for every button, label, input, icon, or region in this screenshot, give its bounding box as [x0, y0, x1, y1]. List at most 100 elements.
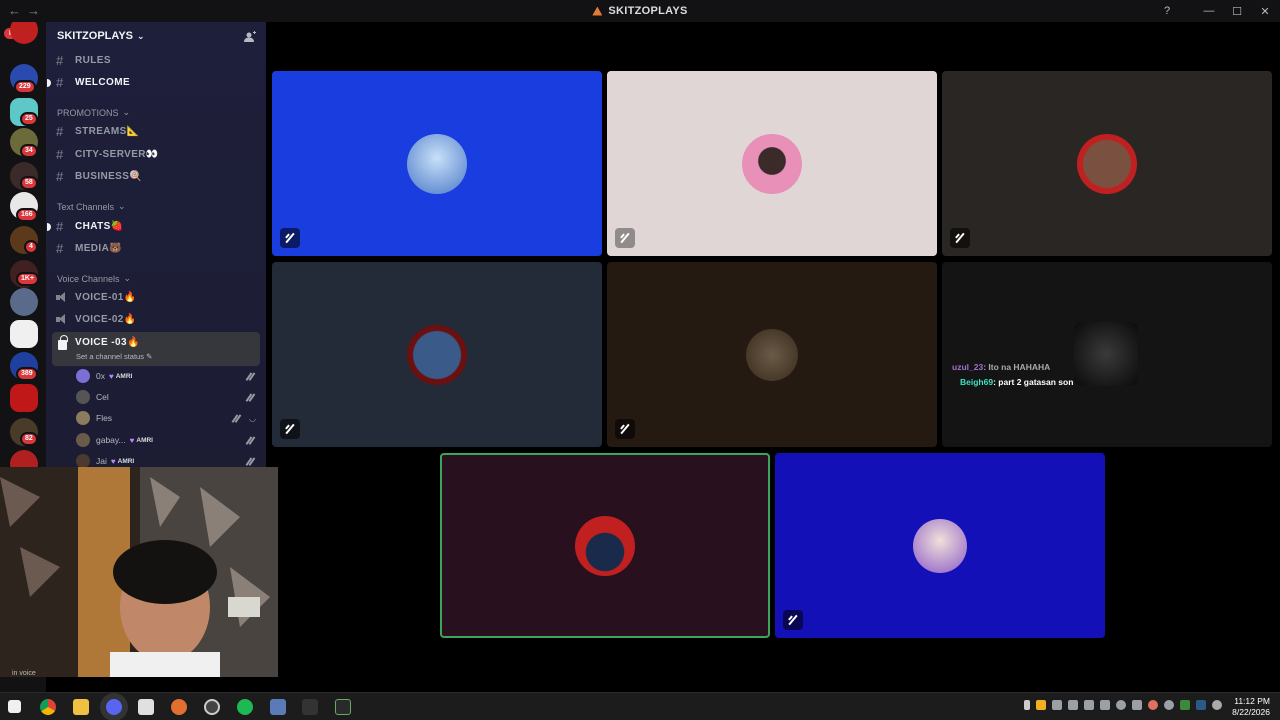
- app-icon[interactable]: [270, 699, 286, 715]
- server-icon-1[interactable]: [10, 22, 38, 44]
- mic-off-icon: [615, 228, 635, 248]
- tray-app-icon[interactable]: [1196, 700, 1206, 710]
- speaker-icon: [56, 292, 70, 303]
- spotify-icon[interactable]: [237, 699, 253, 715]
- voice-member[interactable]: Jai ♥ AMRI: [76, 454, 256, 468]
- channel-media[interactable]: # MEDIA🐻: [56, 241, 122, 256]
- channel-label: VOICE-02🔥: [75, 314, 137, 325]
- channel-business[interactable]: # BUSINESS🍭: [56, 169, 142, 184]
- member-tag: ♥ AMRI: [109, 372, 132, 381]
- app-icon[interactable]: [335, 699, 351, 715]
- channel-label: CHATS🍓: [75, 221, 124, 232]
- category-promotions[interactable]: PROMOTIONS ⌄: [57, 107, 130, 118]
- channel-chats[interactable]: # CHATS🍓: [47, 219, 124, 234]
- voice-member[interactable]: Fles ◡: [76, 411, 256, 425]
- tray-app-icon[interactable]: [1180, 700, 1190, 710]
- participant-tile[interactable]: [942, 71, 1272, 256]
- volume-icon[interactable]: [1084, 700, 1094, 710]
- tray-app-icon[interactable]: [1148, 700, 1158, 710]
- category-voice-channels[interactable]: Voice Channels ⌄: [57, 273, 131, 284]
- participant-tile[interactable]: uzul_23: Ito na HAHAHA Beigh69: part 2 g…: [942, 262, 1272, 447]
- mic-off-icon: [950, 228, 970, 248]
- participant-avatar: [407, 133, 467, 194]
- tray-app-icon[interactable]: [1132, 700, 1142, 710]
- channel-rules[interactable]: # RULES: [56, 53, 111, 68]
- clock-date: 8/22/2026: [1232, 707, 1270, 717]
- discord-icon[interactable]: [106, 699, 122, 715]
- app-icon[interactable]: [302, 699, 318, 715]
- mention-badge: 82: [20, 432, 38, 446]
- chrome-icon[interactable]: [40, 699, 56, 715]
- minimize-icon[interactable]: —: [1200, 2, 1218, 20]
- app-icon[interactable]: [171, 699, 187, 715]
- clock[interactable]: 11:12 PM 8/22/2026: [1232, 696, 1270, 718]
- deafened-icon: ◡: [249, 413, 256, 423]
- channel-status[interactable]: Set a channel status ✎: [76, 352, 152, 361]
- network-icon[interactable]: [1068, 700, 1078, 710]
- server-icon-12[interactable]: [10, 384, 38, 412]
- back-arrow-icon[interactable]: ←: [8, 3, 27, 18]
- title-bar: ←→ SKITZOPLAYS ? — ☐ ✕: [0, 0, 1280, 22]
- voice-channel-03[interactable]: VOICE -03🔥: [56, 334, 140, 350]
- add-member-icon[interactable]: [244, 31, 256, 43]
- tray-app-icon[interactable]: [1052, 700, 1062, 710]
- participant-tile[interactable]: [272, 71, 602, 256]
- guild-name: SKITZOPLAYS: [57, 30, 133, 42]
- voice-member[interactable]: Cel: [76, 390, 256, 404]
- tray-app-icon[interactable]: [1164, 700, 1174, 710]
- maximize-icon[interactable]: ☐: [1228, 2, 1246, 20]
- avatar: [76, 390, 90, 404]
- member-name: Fles: [96, 413, 113, 423]
- participant-tile[interactable]: [607, 262, 937, 447]
- cloud-icon[interactable]: [1212, 700, 1222, 710]
- webcam-overlay-text: in voice: [12, 670, 36, 677]
- channel-label: RULES: [75, 55, 111, 66]
- heart-icon: ♥: [129, 435, 135, 445]
- window-controls: ? — ☐ ✕: [1130, 2, 1274, 20]
- server-icon-10[interactable]: [10, 320, 38, 348]
- channel-label: BUSINESS🍭: [75, 171, 143, 182]
- mention-badge: 25: [20, 112, 38, 126]
- help-icon[interactable]: ?: [1158, 2, 1176, 20]
- inbox-icon[interactable]: [1130, 2, 1148, 20]
- chat-overlay-line: uzul_23: Ito na HAHAHA: [942, 362, 1050, 372]
- chevron-down-icon: ⌄: [137, 30, 145, 41]
- tray-app-icon[interactable]: [1036, 700, 1046, 710]
- mention-badge: 229: [14, 80, 36, 94]
- chat-user: uzul_23: [952, 362, 984, 372]
- voice-stage: uzul_23: Ito na HAHAHA Beigh69: part 2 g…: [266, 22, 1280, 692]
- voice-channel-02[interactable]: VOICE-02🔥: [56, 314, 137, 325]
- guild-header[interactable]: SKITZOPLAYS ⌄: [57, 30, 145, 42]
- heart-icon: ♥: [110, 456, 116, 466]
- close-icon[interactable]: ✕: [1256, 2, 1274, 20]
- steam-icon[interactable]: [1116, 700, 1126, 710]
- channel-label: VOICE-01🔥: [75, 292, 137, 303]
- file-explorer-icon[interactable]: [73, 699, 89, 715]
- participant-tile[interactable]: [272, 262, 602, 447]
- member-name: Jai: [96, 456, 107, 466]
- channel-streams[interactable]: # STREAMS📐: [56, 124, 140, 139]
- channel-city-server[interactable]: # CITY-SERVER👀: [56, 147, 159, 162]
- tray-app-icon[interactable]: [1100, 700, 1110, 710]
- channel-label: STREAMS📐: [75, 126, 140, 137]
- participant-tile-speaking[interactable]: [440, 453, 770, 638]
- voice-channel-01[interactable]: VOICE-01🔥: [56, 292, 137, 303]
- obs-icon[interactable]: [204, 699, 220, 715]
- participant-avatar: [1074, 322, 1138, 386]
- participant-tile[interactable]: [775, 453, 1105, 638]
- muted-icon: [247, 457, 256, 466]
- server-icon: [592, 6, 603, 16]
- participant-tile[interactable]: [607, 71, 937, 256]
- windows-start-icon[interactable]: [8, 700, 21, 713]
- server-icon-9[interactable]: [10, 288, 38, 316]
- mic-icon[interactable]: [1024, 700, 1030, 710]
- notes-icon[interactable]: [138, 699, 154, 715]
- voice-member[interactable]: 0x ♥ AMRI: [76, 369, 256, 383]
- chat-user: Beigh69: [960, 377, 994, 387]
- voice-member[interactable]: gabay... ♥ AMRI: [76, 433, 256, 447]
- mic-off-icon: [280, 419, 300, 439]
- window-title: SKITZOPLAYS: [592, 5, 687, 17]
- forward-arrow-icon[interactable]: →: [27, 3, 46, 18]
- category-text-channels[interactable]: Text Channels ⌄: [57, 201, 126, 212]
- channel-welcome[interactable]: # WELCOME: [47, 75, 130, 90]
